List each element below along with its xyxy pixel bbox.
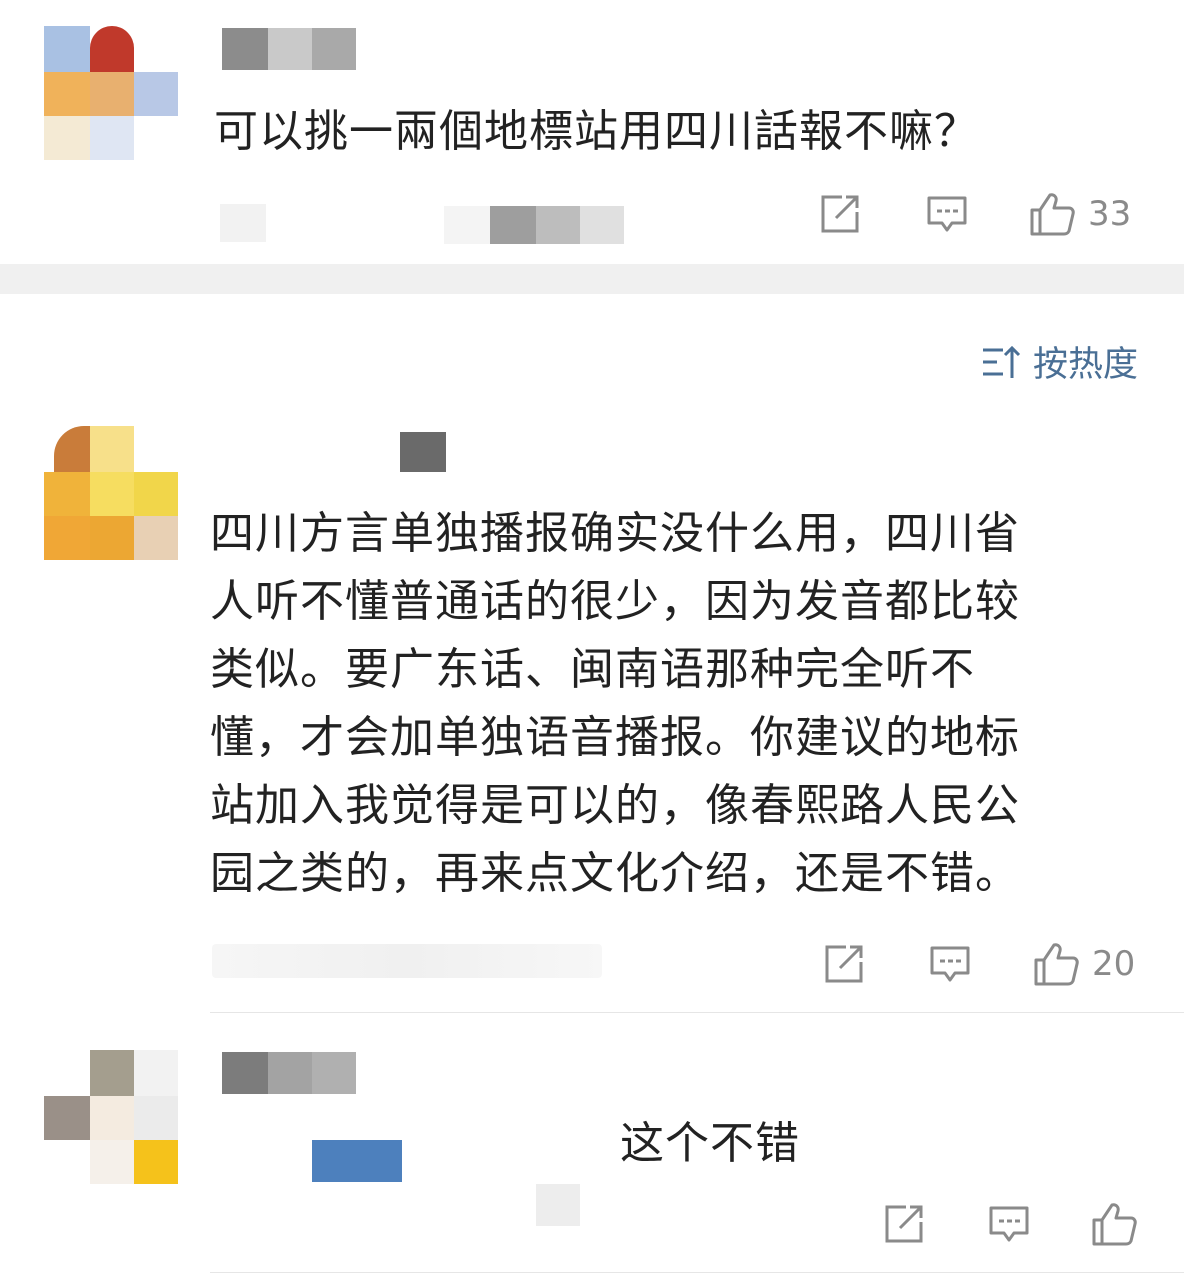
section-divider	[0, 264, 1184, 294]
comment-line: 类似。要广东话、闽南语那种完全听不	[210, 644, 975, 695]
reply-button[interactable]	[987, 1202, 1031, 1246]
sort-toggle[interactable]: 按热度	[981, 336, 1138, 387]
thumbs-up-icon	[1030, 193, 1075, 236]
comment-line: 人听不懂普通话的很少，因为发音都比较	[210, 576, 1020, 627]
comment-icon	[930, 946, 970, 982]
reply-button[interactable]	[925, 192, 969, 236]
like-count: 33	[1088, 194, 1132, 234]
share-button[interactable]	[822, 942, 866, 986]
like-count: 20	[1092, 944, 1136, 984]
reply-button[interactable]	[928, 942, 972, 986]
comment-line: 四川方言单独播报确实没什么用，四川省	[210, 508, 1020, 559]
comment-text: 可以挑一兩個地標站用四川話報不嘛？	[214, 106, 979, 157]
mention-redacted	[222, 1140, 582, 1230]
comment-text: 四川方言单独播报确实没什么用，四川省 人听不懂普通话的很少，因为发音都比较 类似…	[210, 500, 1020, 908]
share-button[interactable]	[882, 1202, 926, 1246]
comment-icon	[927, 196, 967, 232]
comment-line: 懂，才会加单独语音播报。你建议的地标	[210, 712, 1020, 763]
avatar[interactable]	[44, 26, 178, 160]
comment-icon	[989, 1206, 1029, 1242]
avatar[interactable]	[44, 426, 178, 560]
thumbs-up-icon	[1034, 943, 1079, 986]
share-button[interactable]	[818, 192, 862, 236]
like-button[interactable]: 20	[1032, 940, 1135, 988]
avatar[interactable]	[44, 1050, 178, 1184]
divider	[210, 1012, 1184, 1013]
thumbs-up-icon	[1092, 1203, 1137, 1246]
username-redacted[interactable]	[222, 28, 356, 70]
comment-line: 站加入我觉得是可以的，像春熙路人民公	[210, 780, 1020, 831]
like-button[interactable]: 33	[1028, 190, 1131, 238]
divider	[210, 1272, 1184, 1273]
timestamp-redacted	[212, 944, 602, 978]
like-button[interactable]	[1090, 1200, 1138, 1248]
sort-icon	[982, 345, 1021, 378]
share-icon	[825, 945, 863, 983]
username-redacted[interactable]	[400, 432, 446, 472]
sort-label: 按热度	[1032, 345, 1138, 385]
username-redacted[interactable]	[222, 1052, 356, 1094]
timestamp-redacted	[110, 204, 630, 254]
share-icon	[821, 195, 859, 233]
comment-line: 园之类的，再来点文化介绍，还是不错。	[210, 848, 1020, 899]
comment-text: 这个不错	[620, 1118, 800, 1169]
share-icon	[885, 1205, 923, 1243]
